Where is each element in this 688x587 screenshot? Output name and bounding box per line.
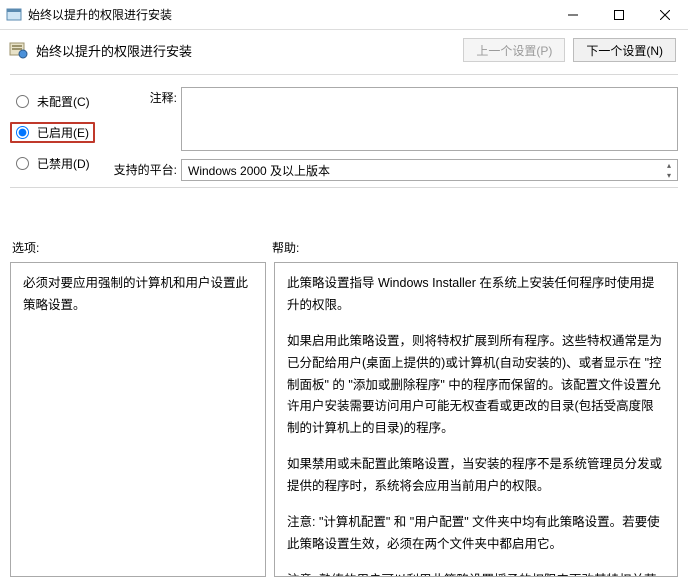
platform-value: Windows 2000 及以上版本 — [188, 162, 330, 179]
help-p5: 注意: 熟练的用户可以利用此策略设置授予的权限来更改其特权并获得对受限文件和文件… — [287, 570, 665, 577]
scroll-up-icon[interactable]: ▴ — [661, 160, 677, 170]
state-radio-group: 未配置(C) 已启用(E) 已禁用(D) — [6, 87, 99, 181]
scroll-down-icon[interactable]: ▾ — [661, 170, 677, 180]
radio-disabled[interactable]: 已禁用(D) — [10, 153, 95, 174]
radio-enabled-label: 已启用(E) — [37, 124, 89, 141]
options-text: 必须对要应用强制的计算机和用户设置此策略设置。 — [23, 276, 248, 312]
platform-label: 支持的平台: — [109, 159, 181, 178]
config-area: 未配置(C) 已启用(E) 已禁用(D) 注释: 支持的平台: Windows … — [0, 81, 688, 187]
comment-input[interactable] — [181, 87, 678, 151]
policy-icon — [8, 40, 28, 60]
help-p4: 注意: "计算机配置" 和 "用户配置" 文件夹中均有此策略设置。若要使此策略设… — [287, 512, 665, 556]
options-panel: 必须对要应用强制的计算机和用户设置此策略设置。 — [10, 262, 266, 577]
help-p1: 此策略设置指导 Windows Installer 在系统上安装任何程序时使用提… — [287, 273, 665, 317]
close-button[interactable] — [642, 0, 688, 30]
options-section-label: 选项: — [12, 239, 272, 256]
minimize-button[interactable] — [550, 0, 596, 30]
radio-enabled-input[interactable] — [16, 126, 29, 139]
radio-disabled-input[interactable] — [16, 157, 29, 170]
comment-label: 注释: — [109, 87, 181, 106]
window-titlebar: 始终以提升的权限进行安装 — [0, 0, 688, 30]
fields-grid: 注释: 支持的平台: Windows 2000 及以上版本 ▴ ▾ — [109, 87, 678, 181]
help-panel[interactable]: 此策略设置指导 Windows Installer 在系统上安装任何程序时使用提… — [274, 262, 678, 577]
divider — [10, 74, 678, 75]
radio-not-configured-input[interactable] — [16, 95, 29, 108]
divider — [10, 187, 678, 188]
window-title: 始终以提升的权限进行安装 — [28, 6, 172, 23]
next-setting-button[interactable]: 下一个设置(N) — [573, 38, 676, 62]
header-title: 始终以提升的权限进行安装 — [36, 41, 455, 60]
prev-setting-button[interactable]: 上一个设置(P) — [463, 38, 565, 62]
help-section-label: 帮助: — [272, 239, 299, 256]
platform-scrollbar[interactable]: ▴ ▾ — [661, 160, 677, 180]
radio-enabled[interactable]: 已启用(E) — [10, 122, 95, 143]
radio-not-configured-label: 未配置(C) — [37, 93, 90, 110]
lower-labels: 选项: 帮助: — [0, 194, 688, 262]
platform-box: Windows 2000 及以上版本 ▴ ▾ — [181, 159, 678, 181]
radio-disabled-label: 已禁用(D) — [37, 155, 90, 172]
header: 始终以提升的权限进行安装 上一个设置(P) 下一个设置(N) — [0, 30, 688, 74]
help-p2: 如果启用此策略设置，则将特权扩展到所有程序。这些特权通常是为已分配给用户(桌面上… — [287, 331, 665, 440]
maximize-button[interactable] — [596, 0, 642, 30]
help-p3: 如果禁用或未配置此策略设置，当安装的程序不是系统管理员分发或提供的程序时，系统将… — [287, 454, 665, 498]
lower-panels: 必须对要应用强制的计算机和用户设置此策略设置。 此策略设置指导 Windows … — [0, 262, 688, 587]
app-icon — [6, 7, 22, 23]
radio-not-configured[interactable]: 未配置(C) — [10, 91, 95, 112]
